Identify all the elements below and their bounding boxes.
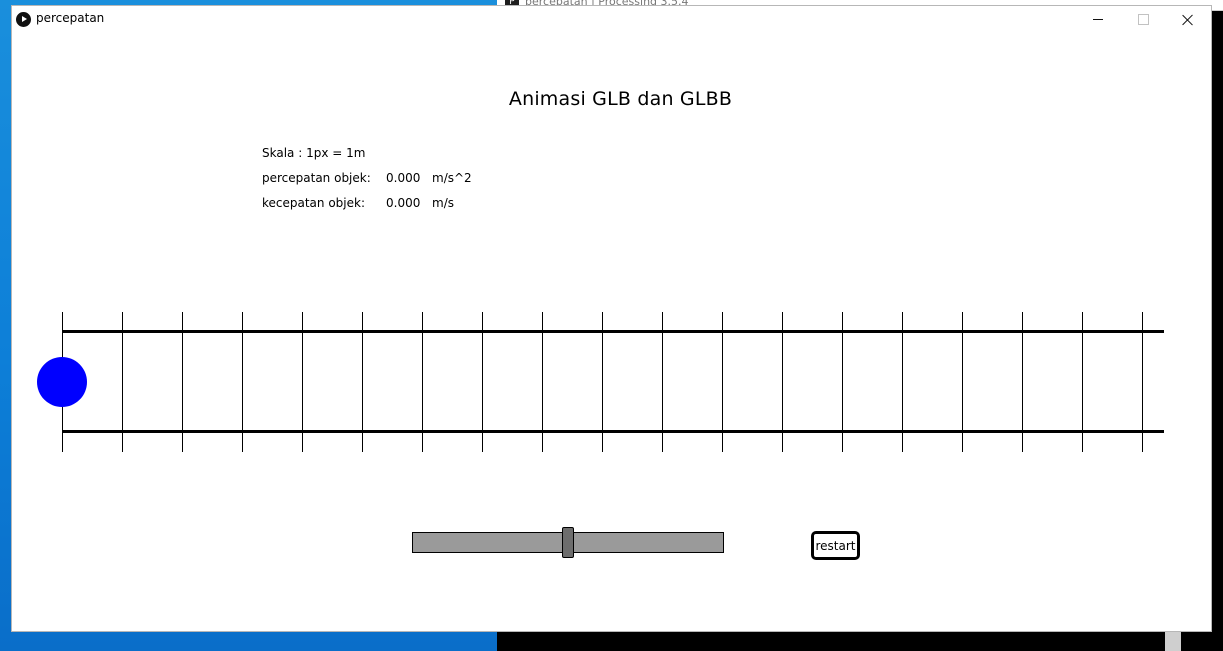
moving-ball xyxy=(37,357,87,407)
slider-handle[interactable] xyxy=(562,527,574,558)
restart-button[interactable]: restart xyxy=(811,531,860,560)
track-rail-top xyxy=(62,330,1164,333)
track-rail-bottom xyxy=(62,430,1164,433)
sketch-window: percepatan Animasi GLB dan GLBB Skala : … xyxy=(12,6,1211,631)
ide-scrollbar[interactable] xyxy=(1165,632,1181,651)
